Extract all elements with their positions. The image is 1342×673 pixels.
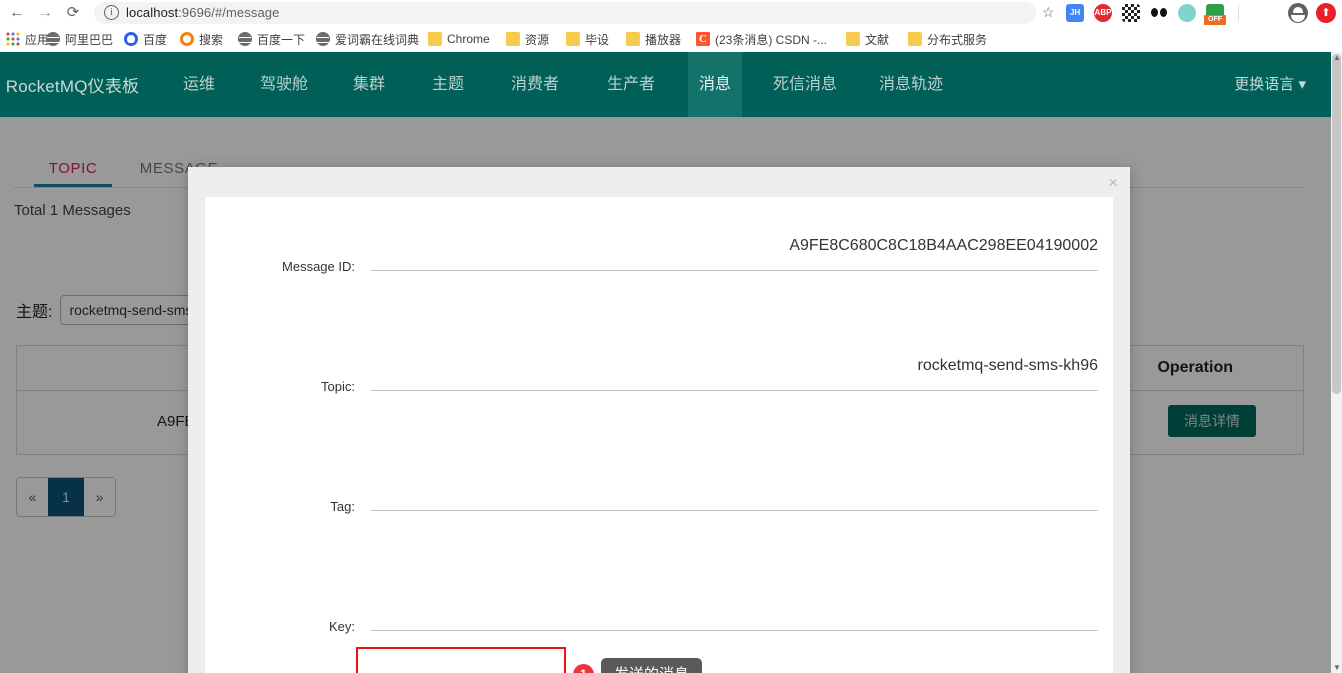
field-value-1: rocketmq-send-sms-kh96 [371,357,1098,375]
bookmark-label: 百度一下 [257,31,305,48]
nav-item-2[interactable]: 集群 [340,52,398,117]
bookmark-label: 资源 [525,31,549,48]
jh-extension-icon[interactable]: JH [1066,4,1084,22]
vertical-scrollbar[interactable] [1331,52,1342,673]
bookmark-label: (23条消息) CSDN -... [715,31,827,48]
back-arrow-icon[interactable]: ← [6,2,28,24]
url-path: :9696/#/message [178,5,279,20]
browser-chrome: ← → ⟳ i localhost:9696/#/message ☆ JH AB… [0,0,1342,52]
field-label-1: Topic: [205,379,355,394]
bookmark-label: 毕设 [585,31,609,48]
bookmark-item[interactable]: 文献 [846,26,889,52]
baidu-icon [124,32,138,46]
url-host: localhost [126,5,178,20]
adblock-plus-icon[interactable]: ABP [1094,4,1112,22]
field-underline [371,390,1098,391]
bookmark-label: 百度 [143,31,167,48]
nav-item-5[interactable]: 生产者 [594,52,668,117]
bookmark-label: 爱词霸在线词典 [335,31,419,48]
field-label-2: Tag: [205,499,355,514]
bookmark-item[interactable]: 资源 [506,26,549,52]
bookmark-label: 搜索 [199,31,223,48]
bookmark-item[interactable]: 百度一下 [238,26,305,52]
bookmark-label: 文献 [865,31,889,48]
bookmark-item[interactable]: 分布式服务 [908,26,987,52]
qr-code-icon[interactable] [1122,4,1140,22]
apps-grid-icon [6,32,20,46]
bookmark-label: 播放器 [645,31,681,48]
bookmark-star-icon[interactable]: ☆ [1042,4,1055,21]
csdn-icon: C [696,32,710,46]
eyes-extension-icon[interactable] [1150,4,1168,22]
avatar[interactable] [1288,3,1308,23]
bookmark-item[interactable]: 应用 [6,26,49,52]
bookmark-label: 分布式服务 [927,31,987,48]
nav-item-1[interactable]: 驾驶舱 [250,52,318,117]
message-body-row: Message body:135010203041发送的消息 [205,637,1113,673]
field-row: Tag: [205,437,1113,517]
scroll-down-icon[interactable]: ▼ [1333,664,1340,671]
language-switch[interactable]: 更换语言 ▾ [1234,52,1306,117]
folder-icon [506,32,520,46]
close-icon[interactable]: × [1108,175,1118,191]
bookmark-item[interactable]: C (23条消息) CSDN -... [696,26,827,52]
globe-icon [46,32,60,46]
address-bar-url: localhost:9696/#/message [126,5,279,20]
bookmark-label: 阿里巴巴 [65,31,113,48]
octopus-extension-icon[interactable] [1178,4,1196,22]
bookmark-item[interactable]: 百度 [124,26,167,52]
rocketmq-dashboard: RocketMQ仪表板 更换语言 ▾ 运维驾驶舱集群主题消费者生产者消息死信消息… [0,52,1342,673]
browser-window: ← → ⟳ i localhost:9696/#/message ☆ JH AB… [0,0,1342,673]
annotation-tooltip: 发送的消息 [601,658,702,673]
field-row: A9FE8C680C8C18B4AAC298EE04190002 Message … [205,197,1113,277]
message-detail-dialog: × A9FE8C680C8C18B4AAC298EE04190002 Messag… [188,167,1130,673]
scrollbar-thumb[interactable] [1332,54,1341,394]
bookmark-item[interactable]: 爱词霸在线词典 [316,26,419,52]
bookmarks-bar: 应用阿里巴巴 百度 搜索 百度一下 爱词霸在线词典 Chrome 资源 毕设 播放器 C (23条消… [0,26,1342,52]
update-icon[interactable]: ⬆ [1316,3,1336,23]
annotation-badge: 1 [573,664,594,673]
field-row: Key: [205,557,1113,637]
folder-icon [626,32,640,46]
reload-icon[interactable]: ⟳ [62,2,84,24]
folder-icon [846,32,860,46]
nav-item-0[interactable]: 运维 [168,52,230,117]
address-bar[interactable]: i localhost:9696/#/message [94,2,1036,24]
globe-icon [316,32,330,46]
field-label-0: Message ID: [205,259,355,274]
field-row: rocketmq-send-sms-kh96 Topic: [205,317,1113,397]
scroll-up-icon[interactable]: ▲ [1333,54,1340,61]
field-underline [371,630,1098,631]
proxy-off-label: OFF [1204,15,1226,25]
nav-item-7[interactable]: 死信消息 [760,52,850,117]
bookmark-item[interactable]: 播放器 [626,26,681,52]
message-detail-body: A9FE8C680C8C18B4AAC298EE04190002 Message … [205,197,1113,673]
site-info-icon[interactable]: i [104,5,119,20]
bookmark-item[interactable]: Chrome [428,26,490,52]
nav-item-3[interactable]: 主题 [418,52,478,117]
bookmark-item[interactable]: 毕设 [566,26,609,52]
bookmark-label: Chrome [447,32,490,46]
folder-icon [428,32,442,46]
field-label-3: Key: [205,619,355,634]
top-navigation: RocketMQ仪表板 更换语言 ▾ 运维驾驶舱集群主题消费者生产者消息死信消息… [0,52,1331,117]
field-underline [371,510,1098,511]
bookmark-item[interactable]: 搜索 [180,26,223,52]
toolbar-divider [1238,5,1239,21]
globe-icon [238,32,252,46]
message-body-highlight-box: 13501020304 [356,647,566,673]
nav-item-8[interactable]: 消息轨迹 [868,52,954,117]
forward-arrow-icon[interactable]: → [34,2,56,24]
browser-toolbar: ← → ⟳ i localhost:9696/#/message ☆ JH AB… [0,0,1342,26]
folder-icon [566,32,580,46]
nav-item-6[interactable]: 消息 [688,52,742,117]
bookmark-item[interactable]: 阿里巴巴 [46,26,113,52]
field-underline [371,270,1098,271]
orange-search-icon [180,32,194,46]
field-value-0: A9FE8C680C8C18B4AAC298EE04190002 [371,237,1098,255]
app-brand[interactable]: RocketMQ仪表板 [0,72,145,97]
proxy-off-icon[interactable]: OFF [1206,4,1224,22]
nav-item-4[interactable]: 消费者 [498,52,572,117]
folder-icon [908,32,922,46]
